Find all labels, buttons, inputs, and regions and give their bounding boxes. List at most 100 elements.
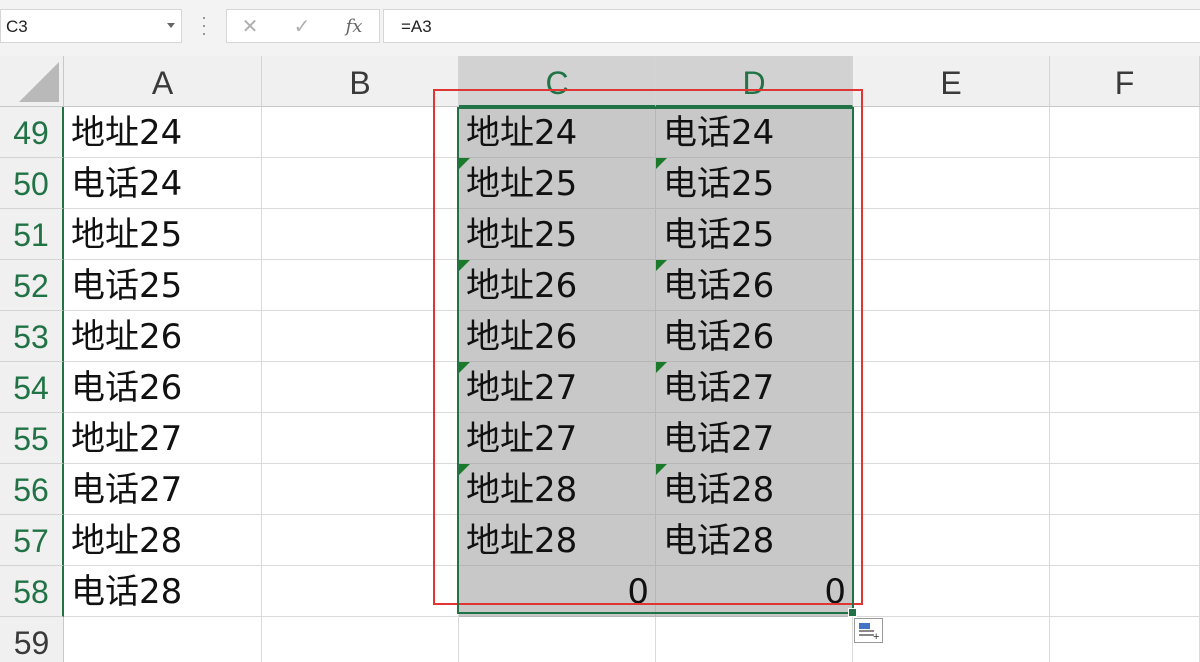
cell-e57[interactable] — [853, 515, 1050, 566]
cell-e55[interactable] — [853, 413, 1050, 464]
name-box[interactable]: C3 — [0, 9, 182, 43]
row-header-53[interactable]: 53 — [0, 311, 64, 362]
cell-f57[interactable] — [1050, 515, 1200, 566]
error-indicator-icon[interactable] — [656, 260, 667, 271]
cell-c56[interactable]: 地址28 — [459, 464, 656, 515]
column-header-e[interactable]: E — [853, 56, 1050, 107]
column-header-d[interactable]: D — [656, 56, 853, 107]
cell-e51[interactable] — [853, 209, 1050, 260]
cell-b54[interactable] — [262, 362, 459, 413]
row-header-54[interactable]: 54 — [0, 362, 64, 413]
cell-b52[interactable] — [262, 260, 459, 311]
error-indicator-icon[interactable] — [459, 464, 470, 475]
cell-a54[interactable]: 电话26 — [64, 362, 262, 413]
cell-f54[interactable] — [1050, 362, 1200, 413]
error-indicator-icon[interactable] — [459, 158, 470, 169]
cell-a51[interactable]: 地址25 — [64, 209, 262, 260]
more-options-icon[interactable]: · · · — [200, 8, 208, 42]
cell-a55[interactable]: 地址27 — [64, 413, 262, 464]
row-header-56[interactable]: 56 — [0, 464, 64, 515]
cell-f50[interactable] — [1050, 158, 1200, 209]
cell-f51[interactable] — [1050, 209, 1200, 260]
cell-f56[interactable] — [1050, 464, 1200, 515]
error-indicator-icon[interactable] — [656, 464, 667, 475]
row-header-49[interactable]: 49 — [0, 107, 64, 158]
cell-d59[interactable] — [656, 617, 853, 662]
cell-d50[interactable]: 电话25 — [656, 158, 853, 209]
cell-b57[interactable] — [262, 515, 459, 566]
cell-e54[interactable] — [853, 362, 1050, 413]
cell-a57[interactable]: 地址28 — [64, 515, 262, 566]
cell-d56[interactable]: 电话28 — [656, 464, 853, 515]
cell-c51[interactable]: 地址25 — [459, 209, 656, 260]
cell-e52[interactable] — [853, 260, 1050, 311]
cell-c50[interactable]: 地址25 — [459, 158, 656, 209]
enter-icon[interactable]: ✓ — [287, 14, 317, 40]
cell-f49[interactable] — [1050, 107, 1200, 158]
row-header-51[interactable]: 51 — [0, 209, 64, 260]
column-header-a[interactable]: A — [64, 56, 262, 107]
row-header-52[interactable]: 52 — [0, 260, 64, 311]
chevron-down-icon[interactable] — [167, 23, 175, 28]
column-header-f[interactable]: F — [1050, 56, 1200, 107]
cell-d49[interactable]: 电话24 — [656, 107, 853, 158]
cell-b50[interactable] — [262, 158, 459, 209]
cell-a53[interactable]: 地址26 — [64, 311, 262, 362]
cell-c53[interactable]: 地址26 — [459, 311, 656, 362]
cell-a50[interactable]: 电话24 — [64, 158, 262, 209]
cell-c57[interactable]: 地址28 — [459, 515, 656, 566]
paste-options-icon[interactable]: + — [854, 618, 883, 643]
cell-c54[interactable]: 地址27 — [459, 362, 656, 413]
cell-f52[interactable] — [1050, 260, 1200, 311]
select-all-button[interactable] — [0, 56, 64, 107]
cell-e56[interactable] — [853, 464, 1050, 515]
cell-a58[interactable]: 电话28 — [64, 566, 262, 617]
cell-b56[interactable] — [262, 464, 459, 515]
cell-e58[interactable] — [853, 566, 1050, 617]
cell-f53[interactable] — [1050, 311, 1200, 362]
insert-function-icon[interactable]: fx — [339, 14, 369, 40]
cell-e53[interactable] — [853, 311, 1050, 362]
cell-c49[interactable]: 地址24 — [459, 107, 656, 158]
error-indicator-icon[interactable] — [656, 362, 667, 373]
cell-f58[interactable] — [1050, 566, 1200, 617]
cell-a59[interactable] — [64, 617, 262, 662]
cell-d54[interactable]: 电话27 — [656, 362, 853, 413]
cell-b51[interactable] — [262, 209, 459, 260]
row-header-55[interactable]: 55 — [0, 413, 64, 464]
error-indicator-icon[interactable] — [656, 158, 667, 169]
row-header-59[interactable]: 59 — [0, 617, 64, 662]
cell-d55[interactable]: 电话27 — [656, 413, 853, 464]
row-header-57[interactable]: 57 — [0, 515, 64, 566]
cell-c52[interactable]: 地址26 — [459, 260, 656, 311]
error-indicator-icon[interactable] — [459, 260, 470, 271]
formula-input[interactable]: =A3 — [383, 9, 1200, 43]
column-header-c[interactable]: C — [459, 56, 656, 107]
cell-c59[interactable] — [459, 617, 656, 662]
cell-c55[interactable]: 地址27 — [459, 413, 656, 464]
cell-value: 电话25 — [663, 164, 775, 204]
cell-f59[interactable] — [1050, 617, 1200, 662]
cell-b59[interactable] — [262, 617, 459, 662]
cell-d53[interactable]: 电话26 — [656, 311, 853, 362]
cell-b53[interactable] — [262, 311, 459, 362]
error-indicator-icon[interactable] — [459, 362, 470, 373]
cell-d52[interactable]: 电话26 — [656, 260, 853, 311]
cell-d57[interactable]: 电话28 — [656, 515, 853, 566]
cancel-icon[interactable]: ✕ — [235, 14, 265, 40]
cell-e49[interactable] — [853, 107, 1050, 158]
cell-d51[interactable]: 电话25 — [656, 209, 853, 260]
cell-a49[interactable]: 地址24 — [64, 107, 262, 158]
cell-a56[interactable]: 电话27 — [64, 464, 262, 515]
cell-e50[interactable] — [853, 158, 1050, 209]
row-header-50[interactable]: 50 — [0, 158, 64, 209]
cell-f55[interactable] — [1050, 413, 1200, 464]
column-header-b[interactable]: B — [262, 56, 459, 107]
cell-c58[interactable]: 0 — [459, 566, 656, 617]
cell-b55[interactable] — [262, 413, 459, 464]
row-header-58[interactable]: 58 — [0, 566, 64, 617]
cell-b58[interactable] — [262, 566, 459, 617]
cell-b49[interactable] — [262, 107, 459, 158]
cell-a52[interactable]: 电话25 — [64, 260, 262, 311]
cell-d58[interactable]: 0 — [656, 566, 853, 617]
